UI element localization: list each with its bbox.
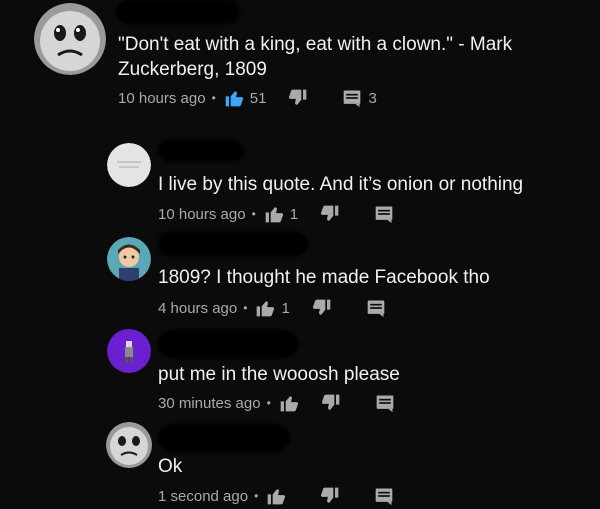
- like-button[interactable]: 1: [255, 298, 290, 318]
- dislike-button[interactable]: [320, 486, 340, 506]
- reply-button[interactable]: 3: [342, 88, 377, 108]
- dislike-button[interactable]: [320, 204, 340, 224]
- comment-meta: 30 minutes ago •: [158, 393, 395, 413]
- reply-button[interactable]: [374, 486, 394, 506]
- separator-dot: •: [251, 207, 256, 221]
- avatar[interactable]: [34, 3, 106, 75]
- comment-meta: 1 second ago •: [158, 486, 394, 506]
- dislike-button[interactable]: [312, 298, 332, 318]
- cartoon-boy-avatar-icon: [107, 237, 151, 281]
- reply-icon: [376, 395, 394, 413]
- redacted-username: [158, 330, 298, 358]
- separator-dot: •: [266, 396, 271, 410]
- comment-meta: 10 hours ago • 1: [158, 204, 394, 224]
- timestamp: 1 second ago: [158, 487, 249, 505]
- like-button[interactable]: 1: [264, 204, 298, 224]
- avatar[interactable]: [106, 422, 152, 468]
- comment-meta: 4 hours ago • 1: [158, 298, 386, 318]
- comment-meta: 10 hours ago • 51 3: [118, 88, 377, 108]
- comment-text-line-2: Zuckerberg, 1809: [118, 59, 267, 80]
- reply-button[interactable]: [374, 204, 394, 224]
- reply-button[interactable]: [375, 393, 395, 413]
- dislike-button[interactable]: [288, 88, 308, 108]
- purple-figure-avatar-icon: [107, 329, 151, 373]
- separator-dot: •: [254, 489, 259, 503]
- redacted-username: [158, 232, 308, 256]
- comment-text-line-1: 1809? I thought he made Facebook tho: [158, 267, 490, 288]
- reply-icon: [344, 90, 361, 108]
- like-icon: [267, 489, 286, 505]
- dislike-icon: [289, 89, 307, 105]
- like-icon: [265, 207, 283, 223]
- dislike-button[interactable]: [321, 393, 341, 413]
- like-icon: [257, 301, 275, 317]
- cartoon-face-avatar-icon: [34, 3, 106, 75]
- dislike-icon: [321, 205, 339, 221]
- comment-text-line-1: Ok: [158, 456, 183, 477]
- dislike-icon: [321, 394, 340, 410]
- like-button[interactable]: [266, 486, 286, 506]
- comment-text-line-1: "Don't eat with a king, eat with a clown…: [118, 34, 513, 55]
- separator-dot: •: [211, 91, 216, 105]
- reply-icon: [367, 300, 385, 318]
- dislike-icon: [312, 299, 331, 315]
- like-button[interactable]: 51: [224, 88, 267, 108]
- cartoon-face-avatar-icon: [106, 422, 152, 468]
- reply-button[interactable]: [366, 298, 386, 318]
- like-count: 1: [289, 205, 299, 223]
- comment-text-line-1: put me in the wooosh please: [158, 364, 400, 385]
- redacted-username: [116, 0, 240, 24]
- like-count: 51: [249, 89, 267, 107]
- like-icon: [225, 91, 243, 107]
- dislike-icon: [321, 487, 339, 503]
- timestamp: 30 minutes ago: [158, 394, 261, 412]
- plain-light-avatar-icon: [107, 143, 151, 187]
- reply-icon: [375, 206, 393, 224]
- timestamp: 10 hours ago: [118, 89, 206, 107]
- like-count: 1: [281, 299, 290, 317]
- redacted-username: [158, 140, 244, 162]
- reply-count: 3: [368, 89, 377, 107]
- avatar[interactable]: [107, 237, 151, 281]
- redacted-username: [158, 424, 290, 452]
- like-icon: [280, 396, 298, 412]
- like-button[interactable]: [279, 393, 299, 413]
- comment-text-line-1: I live by this quote. And it’s onion or …: [158, 174, 524, 195]
- avatar[interactable]: [107, 329, 151, 373]
- avatar[interactable]: [107, 143, 151, 187]
- timestamp: 4 hours ago: [158, 299, 238, 317]
- separator-dot: •: [243, 301, 248, 315]
- reply-icon: [375, 488, 393, 506]
- timestamp: 10 hours ago: [158, 205, 246, 223]
